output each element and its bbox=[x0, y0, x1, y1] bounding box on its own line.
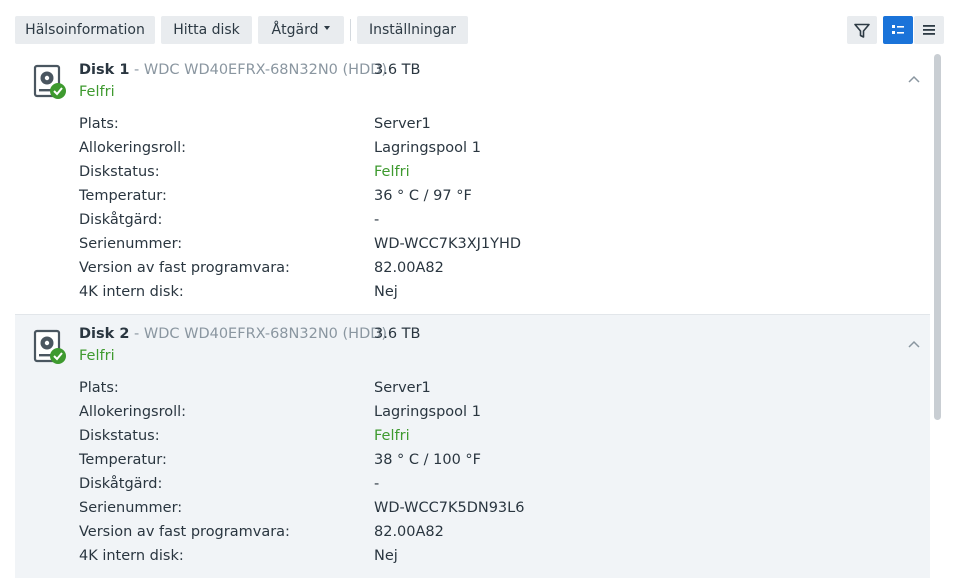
detail-row: Allokeringsroll: Lagringspool 1 bbox=[79, 140, 879, 162]
compact-view-button[interactable] bbox=[914, 16, 944, 44]
hdd-healthy-icon bbox=[33, 329, 66, 364]
disk-panel-1[interactable]: Disk 1 - WDC WD40EFRX-68N32N0 (HDD) 3.6 … bbox=[15, 50, 930, 314]
detail-value: 36 ° C / 97 °F bbox=[374, 188, 472, 204]
detail-value: - bbox=[374, 476, 380, 492]
detail-row: Diskåtgärd: - bbox=[79, 212, 879, 234]
disk-title: Disk 1 - WDC WD40EFRX-68N32N0 (HDD) bbox=[79, 62, 387, 78]
detail-label: 4K intern disk: bbox=[79, 548, 184, 564]
detail-value: Nej bbox=[374, 284, 398, 300]
disk-size: 3.6 TB bbox=[374, 62, 421, 78]
filter-icon bbox=[854, 23, 870, 38]
detail-label: Allokeringsroll: bbox=[79, 140, 187, 156]
detail-label: Plats: bbox=[79, 380, 119, 396]
health-info-button[interactable]: Hälsoinformation bbox=[15, 16, 155, 44]
detail-value: 82.00A82 bbox=[374, 524, 444, 540]
caret-down-icon bbox=[324, 26, 331, 30]
detail-value: WD-WCC7K3XJ1YHD bbox=[374, 236, 522, 252]
chevron-up-icon[interactable] bbox=[907, 74, 921, 84]
disk-size: 3.6 TB bbox=[374, 326, 421, 342]
toolbar-divider bbox=[350, 19, 351, 41]
detail-label: Version av fast programvara: bbox=[79, 260, 290, 276]
detail-label: Allokeringsroll: bbox=[79, 404, 187, 420]
detail-value: 38 ° C / 100 °F bbox=[374, 452, 482, 468]
settings-button[interactable]: Inställningar bbox=[357, 16, 468, 44]
hdd-healthy-icon bbox=[33, 64, 66, 99]
detail-row: Diskstatus: Felfri bbox=[79, 164, 879, 186]
detail-value: - bbox=[374, 212, 380, 228]
detail-value: Nej bbox=[374, 548, 398, 564]
disk-status: Felfri bbox=[79, 84, 115, 100]
disk-model: - WDC WD40EFRX-68N32N0 (HDD) bbox=[129, 62, 388, 78]
detail-row: Temperatur: 36 ° C / 97 °F bbox=[79, 188, 879, 210]
detail-value: Felfri bbox=[374, 164, 410, 180]
detail-value: WD-WCC7K5DN93L6 bbox=[374, 500, 525, 516]
disk-name: Disk 2 bbox=[79, 326, 130, 342]
detail-label: 4K intern disk: bbox=[79, 284, 184, 300]
detail-row: Temperatur: 38 ° C / 100 °F bbox=[79, 452, 879, 474]
disk-model: - WDC WD40EFRX-68N32N0 (HDD) bbox=[129, 326, 388, 342]
detail-value: Lagringspool 1 bbox=[374, 404, 481, 420]
detail-value: Lagringspool 1 bbox=[374, 140, 481, 156]
detail-value: 82.00A82 bbox=[374, 260, 444, 276]
detail-label: Plats: bbox=[79, 116, 119, 132]
detail-row: Version av fast programvara: 82.00A82 bbox=[79, 524, 879, 546]
detail-row: Allokeringsroll: Lagringspool 1 bbox=[79, 404, 879, 426]
detail-label: Temperatur: bbox=[79, 188, 167, 204]
chevron-up-icon[interactable] bbox=[907, 339, 921, 349]
action-label: Åtgärd bbox=[271, 22, 319, 38]
filter-button[interactable] bbox=[847, 16, 877, 44]
detail-label: Serienummer: bbox=[79, 236, 183, 252]
detail-view-button[interactable] bbox=[883, 16, 913, 44]
detail-row: 4K intern disk: Nej bbox=[79, 284, 879, 306]
detail-value: Server1 bbox=[374, 116, 431, 132]
detail-value: Felfri bbox=[374, 428, 410, 444]
list-detail-view-icon bbox=[892, 25, 904, 34]
detail-row: Serienummer: WD-WCC7K5DN93L6 bbox=[79, 500, 879, 522]
detail-label: Diskstatus: bbox=[79, 164, 160, 180]
detail-row: Serienummer: WD-WCC7K3XJ1YHD bbox=[79, 236, 879, 258]
detail-row: Plats: Server1 bbox=[79, 116, 879, 138]
detail-row: Version av fast programvara: 82.00A82 bbox=[79, 260, 879, 282]
disk-title: Disk 2 - WDC WD40EFRX-68N32N0 (HDD) bbox=[79, 326, 387, 342]
action-dropdown-button[interactable]: Åtgärd bbox=[258, 16, 344, 44]
detail-label: Diskåtgärd: bbox=[79, 212, 163, 228]
detail-label: Serienummer: bbox=[79, 500, 183, 516]
detail-label: Diskåtgärd: bbox=[79, 476, 163, 492]
detail-label: Version av fast programvara: bbox=[79, 524, 290, 540]
list-compact-view-icon bbox=[923, 25, 935, 35]
disk-status: Felfri bbox=[79, 348, 115, 364]
disk-panel-2[interactable]: Disk 2 - WDC WD40EFRX-68N32N0 (HDD) 3.6 … bbox=[15, 314, 930, 578]
detail-row: Diskåtgärd: - bbox=[79, 476, 879, 498]
disk-name: Disk 1 bbox=[79, 62, 130, 78]
find-disk-button[interactable]: Hitta disk bbox=[161, 16, 252, 44]
detail-label: Diskstatus: bbox=[79, 428, 160, 444]
detail-row: 4K intern disk: Nej bbox=[79, 548, 879, 570]
detail-value: Server1 bbox=[374, 380, 431, 396]
detail-row: Plats: Server1 bbox=[79, 380, 879, 402]
scrollbar-thumb[interactable] bbox=[934, 54, 941, 420]
detail-label: Temperatur: bbox=[79, 452, 167, 468]
detail-row: Diskstatus: Felfri bbox=[79, 428, 879, 450]
